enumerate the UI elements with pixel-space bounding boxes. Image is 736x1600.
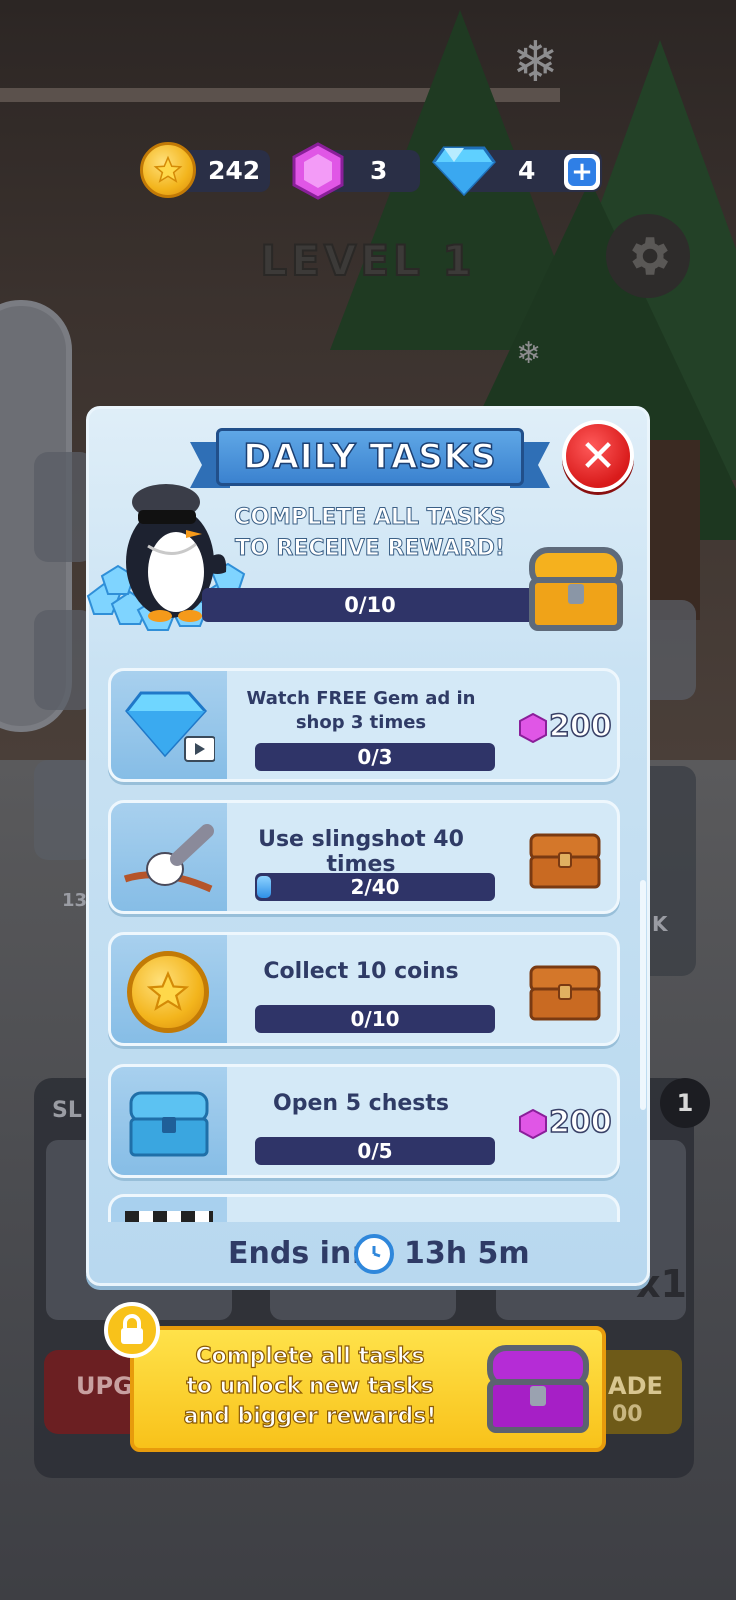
slingshot-icon bbox=[123, 824, 214, 893]
gear-icon bbox=[632, 237, 668, 275]
purple-chest-icon bbox=[487, 1345, 589, 1433]
count-badge: 1 bbox=[660, 1078, 710, 1128]
snowflake-icon: ❄ bbox=[516, 336, 542, 371]
upgrade-button-label: ADE bbox=[608, 1372, 663, 1400]
subtitle-line: COMPLETE ALL TASKS bbox=[234, 505, 506, 531]
side-card bbox=[34, 760, 94, 860]
diamond-icon bbox=[432, 146, 496, 196]
task-progress-text: 0/5 bbox=[357, 1139, 393, 1163]
task-progress-text: 0/10 bbox=[350, 1007, 400, 1031]
coin-icon bbox=[127, 951, 209, 1033]
wooden-chest-icon bbox=[529, 833, 601, 889]
pink-gem-icon bbox=[292, 142, 344, 200]
add-diamonds-button[interactable]: + bbox=[564, 154, 600, 190]
diamond-ad-icon bbox=[125, 691, 215, 762]
clock-icon bbox=[354, 1234, 394, 1274]
subtitle-line: TO RECEIVE REWARD! bbox=[235, 536, 506, 562]
task-progress-text: 0/3 bbox=[357, 745, 393, 769]
task-card: Collect 10 coins 0/10 bbox=[108, 932, 620, 1046]
banner-line: Complete all tasks bbox=[195, 1343, 425, 1369]
pink-gem-icon bbox=[519, 1109, 547, 1139]
lock-icon bbox=[121, 1314, 143, 1344]
snowflake-icon: ❄ bbox=[512, 30, 559, 95]
wooden-chest-icon bbox=[529, 965, 601, 1021]
coin-icon bbox=[140, 142, 196, 198]
upgrade-button-label: UPG bbox=[76, 1372, 133, 1400]
close-icon: ✕ bbox=[579, 430, 617, 482]
blue-chest-icon bbox=[129, 1091, 209, 1157]
side-count: 13 bbox=[62, 890, 88, 911]
panel-title: DAILY TASKS bbox=[243, 436, 497, 478]
upgrade-area-label: SL bbox=[52, 1098, 82, 1123]
side-label: K bbox=[652, 912, 668, 936]
pink-gem-count: 3 bbox=[370, 156, 388, 185]
task-progress-text: 2/40 bbox=[350, 875, 400, 899]
overall-progress-text: 0/10 bbox=[344, 593, 396, 617]
banner-line: and bigger rewards! bbox=[183, 1403, 437, 1429]
panel-subtitle: COMPLETE ALL TASKS TO RECEIVE REWARD! bbox=[230, 502, 510, 564]
task-title: Open 5 chests bbox=[273, 1091, 449, 1116]
task-card: Open 5 chests 0/5 200 bbox=[108, 1064, 620, 1178]
level-title: LEVEL 1 bbox=[259, 235, 476, 286]
ends-in-label: Ends in: bbox=[228, 1236, 364, 1271]
task-card: Use slingshot 40 times 2/40 bbox=[108, 800, 620, 914]
task-card bbox=[108, 1194, 620, 1222]
coin-count: 242 bbox=[208, 156, 261, 185]
settings-button[interactable] bbox=[606, 214, 690, 298]
unlock-banner-text: Complete all tasks to unlock new tasks a… bbox=[154, 1342, 466, 1432]
task-title: Use slingshot 40 times bbox=[258, 827, 464, 877]
pink-gem-icon bbox=[519, 713, 547, 743]
task-title: Collect 10 coins bbox=[263, 959, 459, 984]
close-button[interactable]: ✕ bbox=[562, 420, 634, 492]
task-title: Watch FREE Gem ad in shop 3 times bbox=[246, 688, 476, 733]
plus-icon: + bbox=[568, 158, 596, 186]
banner-line: to unlock new tasks bbox=[186, 1373, 435, 1399]
reward-chest-icon bbox=[529, 547, 623, 631]
task-card: Watch FREE Gem ad in shop 3 times 0/3 20… bbox=[108, 668, 620, 782]
diamond-count: 4 bbox=[518, 156, 536, 185]
upgrade-price: 00 bbox=[612, 1402, 643, 1427]
scrollbar[interactable] bbox=[640, 880, 646, 1110]
task-reward-amount: 200 bbox=[548, 708, 612, 745]
lock-badge bbox=[104, 1302, 160, 1358]
ends-in-time: 13h 5m bbox=[404, 1236, 530, 1271]
task-reward-amount: 200 bbox=[548, 1104, 612, 1141]
